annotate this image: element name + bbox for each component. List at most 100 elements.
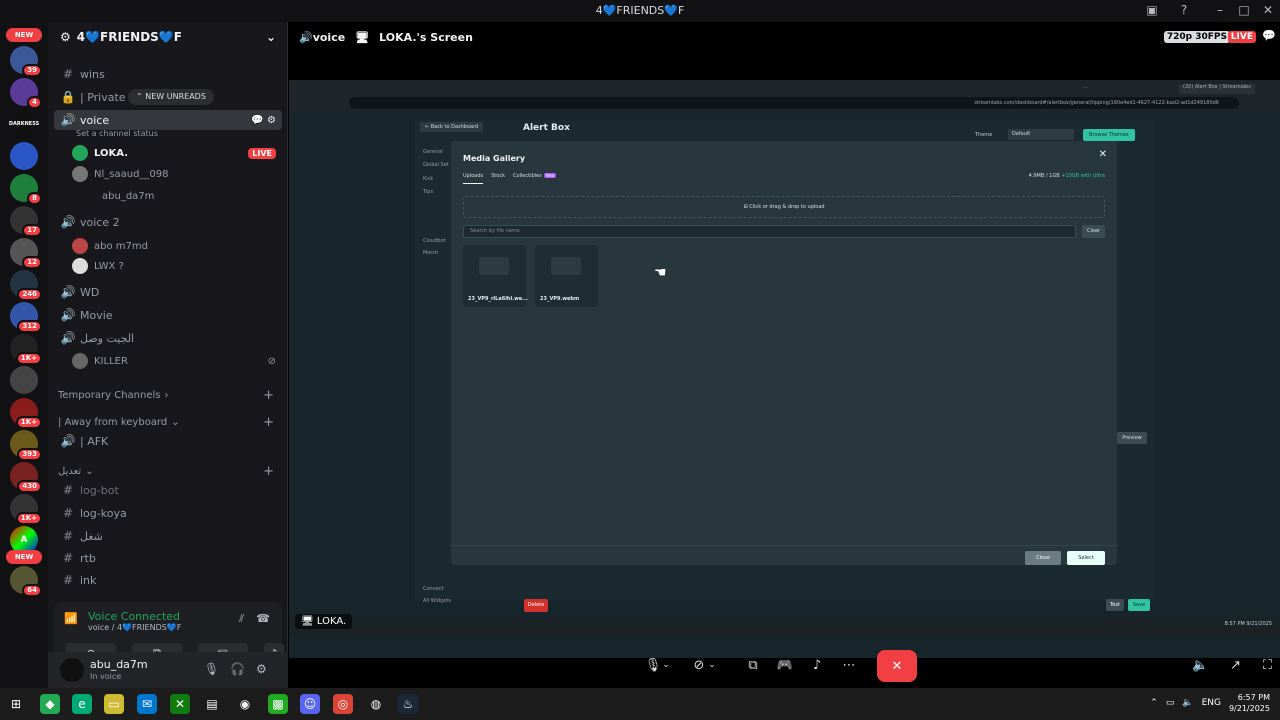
channel-actions[interactable]: 💬 ⚙ <box>251 115 276 126</box>
minimize-button[interactable]: – <box>1210 3 1230 17</box>
voice-user[interactable]: Nl_saaud__098 <box>72 164 282 184</box>
soundboard-button[interactable]: ♪ <box>803 650 831 680</box>
store-icon[interactable]: ▤ <box>202 694 222 714</box>
server-header[interactable]: ⚙ 4💙FRIENDS💙F ⌄ <box>48 22 288 52</box>
steam-icon[interactable]: ♨ <box>398 694 418 714</box>
server-icon[interactable]: 12 <box>10 238 42 269</box>
voice-user[interactable]: abo m7md <box>72 236 282 256</box>
media-gallery-modal: Media Gallery ✕ Uploads Stock Collectibl… <box>451 141 1117 565</box>
channel-wins[interactable]: # wins <box>54 64 282 84</box>
inbox-icon[interactable]: ▣ <box>1142 3 1162 17</box>
window-title: 4💙FRIENDS💙F <box>595 4 685 17</box>
server-icon[interactable]: 8 <box>10 174 42 205</box>
voice-user[interactable]: LWX ? <box>72 256 282 276</box>
server-icon[interactable]: 393 <box>10 430 42 461</box>
channel-private[interactable]: 🔒 | Private <box>54 87 282 107</box>
explorer-icon[interactable]: ▭ <box>104 694 124 714</box>
app-icon[interactable]: ◍ <box>366 694 386 714</box>
category-temporary[interactable]: Temporary Channels › + <box>58 387 280 403</box>
xbox-icon[interactable]: ✕ <box>170 694 190 714</box>
channel-log-bot[interactable]: # log-bot <box>54 480 282 500</box>
server-icon[interactable]: 430 <box>10 462 42 493</box>
activity-button[interactable]: 🎮 <box>771 650 799 680</box>
start-icon[interactable]: ⊞ <box>6 694 26 714</box>
plus-icon[interactable]: + <box>263 464 274 479</box>
volume-icon[interactable]: 🔈 <box>1182 698 1193 708</box>
chevron-down-icon[interactable]: ⌄ <box>705 650 719 680</box>
disconnect-icon[interactable]: ☎ <box>256 612 270 625</box>
server-icon[interactable] <box>10 142 38 170</box>
server-icon[interactable]: 1K+ <box>10 398 42 429</box>
server-icon[interactable]: 64 <box>10 566 42 597</box>
clock[interactable]: 6:57 PM 9/21/2025 <box>1229 692 1270 714</box>
channel-voice[interactable]: 🔊 voice 💬 ⚙ <box>54 110 282 130</box>
chevron-down-icon[interactable]: ⌄ <box>659 650 673 680</box>
noise-suppression-icon[interactable]: ⫽ <box>239 612 244 626</box>
leave-call-button[interactable]: ✕ <box>877 650 917 682</box>
edge-icon[interactable]: e <box>72 694 92 714</box>
shared-screen[interactable]: … (20) Alert Box | Streamlabs streamlabs… <box>289 80 1280 658</box>
server-icon[interactable] <box>10 366 38 394</box>
voice-user[interactable]: LOKA. LIVE <box>72 143 282 163</box>
voice-user[interactable]: abu_da7m <box>102 186 288 206</box>
category-afk[interactable]: | Away from keyboard ⌄ + <box>58 414 280 430</box>
channel-status[interactable]: Set a channel status <box>76 129 158 138</box>
fullscreen-icon[interactable]: ⛶ <box>1263 658 1272 678</box>
chrome-icon[interactable]: ◎ <box>333 694 353 714</box>
address-bar: streamlabs.com/dashboard#/alertbox/gener… <box>349 97 1239 109</box>
chat-icon[interactable]: 💬 <box>1262 29 1276 42</box>
microphone-icon[interactable]: 🎙 <box>204 662 219 676</box>
server-icon[interactable]: 1K+ <box>10 494 42 525</box>
speaker-icon: 🔊 <box>60 215 76 229</box>
server-icon[interactable]: DARKNESS <box>9 110 39 138</box>
call-controls: 🎙 ⌄ ⊘ ⌄ ⧉ 🎮 ♪ ⋯ ✕ <box>639 650 939 684</box>
help-icon[interactable]: ? <box>1174 3 1194 17</box>
maximize-button[interactable]: □ <box>1234 3 1254 17</box>
avatar[interactable] <box>60 658 84 682</box>
volume-icon[interactable]: 🔈 <box>1192 658 1208 678</box>
stage-channel: voice <box>312 30 346 44</box>
alert-box-title: Alert Box <box>523 123 570 133</box>
server-icon[interactable]: 246 <box>10 270 42 301</box>
server-icon[interactable]: 312 <box>10 302 42 333</box>
channel-wd[interactable]: 🔊 WD <box>54 282 282 302</box>
more-icon[interactable]: ⋯ <box>835 650 863 680</box>
server-icon[interactable]: 1K+ <box>10 334 42 365</box>
settings-icon[interactable]: ⚙ <box>256 662 267 676</box>
channel-ink[interactable]: # ink <box>54 570 282 590</box>
channel-voice-2[interactable]: 🔊 voice 2 <box>54 212 282 232</box>
plus-icon[interactable]: + <box>263 415 274 430</box>
server-icon[interactable]: 4 <box>10 78 42 109</box>
language-indicator[interactable]: ENG <box>1202 698 1221 708</box>
chevron-up-icon[interactable]: ⌃ <box>1150 698 1158 708</box>
user-name[interactable]: abu_da7m <box>90 658 148 671</box>
channel-sidebar: ⚙ 4💙FRIENDS💙F ⌄ # wins ⌃ NEW UNREADS 🔒 | P… <box>48 22 288 688</box>
category-misc[interactable]: تعديل ⌄ + <box>58 463 280 479</box>
server-icon[interactable]: 39 <box>10 46 42 77</box>
channel-rtb[interactable]: # rtb <box>54 548 282 568</box>
channel-arabic-2[interactable]: # شغل <box>54 526 282 546</box>
voice-user[interactable]: KILLER ⊘ <box>72 351 282 371</box>
plus-icon[interactable]: + <box>263 388 274 403</box>
voice-status[interactable]: Voice Connected <box>88 610 180 623</box>
stream-quality: 720p 30FPS <box>1163 31 1230 43</box>
minecraft-icon[interactable]: ▩ <box>268 694 288 714</box>
discord-icon[interactable]: ☺ <box>300 694 320 714</box>
app-icon[interactable]: ◉ <box>235 694 255 714</box>
stage-right-controls: 🔈 ↗ ⛶ <box>1192 658 1272 678</box>
close-window-button[interactable]: ✕ <box>1258 3 1278 17</box>
channel-movie[interactable]: 🔊 Movie <box>54 305 282 325</box>
outlook-icon[interactable]: ✉ <box>137 694 157 714</box>
channel-afk[interactable]: 🔊 | AFK <box>54 431 282 451</box>
signal-icon[interactable]: 📶 <box>64 612 78 625</box>
new-pill: NEW <box>6 550 42 564</box>
sl-nav-item: All Widgets <box>423 598 452 604</box>
screen-share-button[interactable]: ⧉ <box>739 650 767 680</box>
channel-log-koya[interactable]: # log-koya <box>54 503 282 523</box>
copilot-icon[interactable]: ◆ <box>40 694 60 714</box>
channel-arabic[interactable]: 🔊 الجيت وصل <box>54 328 282 348</box>
popout-icon[interactable]: ↗ <box>1230 658 1241 678</box>
headphones-icon[interactable]: 🎧 <box>230 662 245 676</box>
server-icon[interactable]: 17 <box>10 206 42 237</box>
network-icon[interactable]: ▭ <box>1166 698 1175 708</box>
